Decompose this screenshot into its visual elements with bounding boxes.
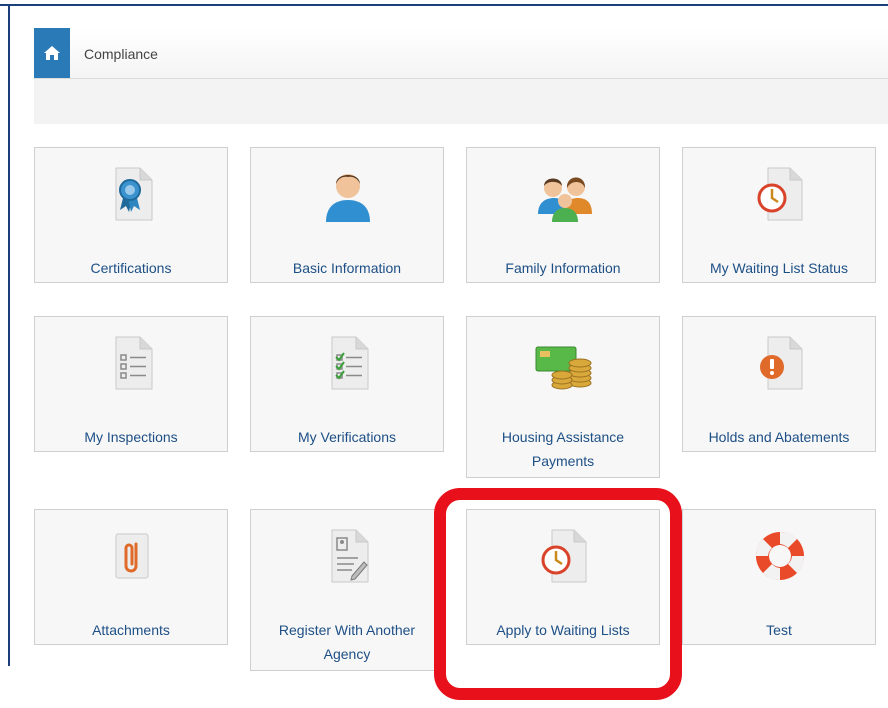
tile-label: Test (766, 622, 792, 638)
tile-label: Register With Another Agency (278, 622, 416, 662)
certificate-ribbon-icon (115, 167, 153, 221)
tile-family-information[interactable]: Family Information (466, 147, 660, 283)
checked-list-document-icon (331, 336, 369, 390)
tile-my-waiting-list-status[interactable]: My Waiting List Status (682, 147, 876, 283)
person-icon (326, 174, 370, 222)
tile-label: My Verifications (297, 429, 397, 445)
tile-basic-information[interactable]: Basic Information (250, 147, 444, 283)
tile-label: Certifications (90, 260, 172, 276)
money-coins-icon (535, 346, 592, 390)
window-left-border (8, 6, 10, 666)
tile-my-verifications[interactable]: My Verifications (250, 316, 444, 452)
tile-label: Attachments (92, 622, 170, 638)
window-top-border (0, 4, 888, 6)
tile-holds-and-abatements[interactable]: Holds and Abatements (682, 316, 876, 452)
tile-attachments[interactable]: Attachments (34, 509, 228, 645)
tile-label: My Inspections (84, 429, 178, 445)
tile-label: Holds and Abatements (708, 429, 850, 445)
home-icon (44, 46, 60, 60)
tile-label: Basic Information (292, 260, 402, 276)
clock-document-icon (757, 167, 803, 221)
alert-document-icon (760, 336, 803, 390)
tile-label: Family Information (505, 260, 621, 276)
home-button[interactable] (34, 28, 70, 78)
breadcrumb-compliance[interactable]: Compliance (84, 46, 158, 62)
tile-housing-assistance-payments[interactable]: Housing Assistance Payments (466, 316, 660, 478)
breadcrumb: Compliance (34, 28, 888, 79)
tile-label: Housing Assistance Payments (501, 429, 625, 469)
paperclip-icon (115, 533, 149, 579)
highlight-annotation (434, 488, 682, 700)
register-form-icon (331, 529, 369, 583)
header-panel: Compliance (34, 28, 888, 124)
family-icon (538, 177, 592, 222)
tile-my-inspections[interactable]: My Inspections (34, 316, 228, 452)
tile-certifications[interactable]: Certifications (34, 147, 228, 283)
life-ring-icon (755, 531, 805, 581)
checklist-document-icon (115, 336, 153, 390)
tile-register-with-another-agency[interactable]: Register With Another Agency (250, 509, 444, 671)
tile-label: My Waiting List Status (710, 260, 848, 276)
tile-test[interactable]: Test (682, 509, 876, 645)
